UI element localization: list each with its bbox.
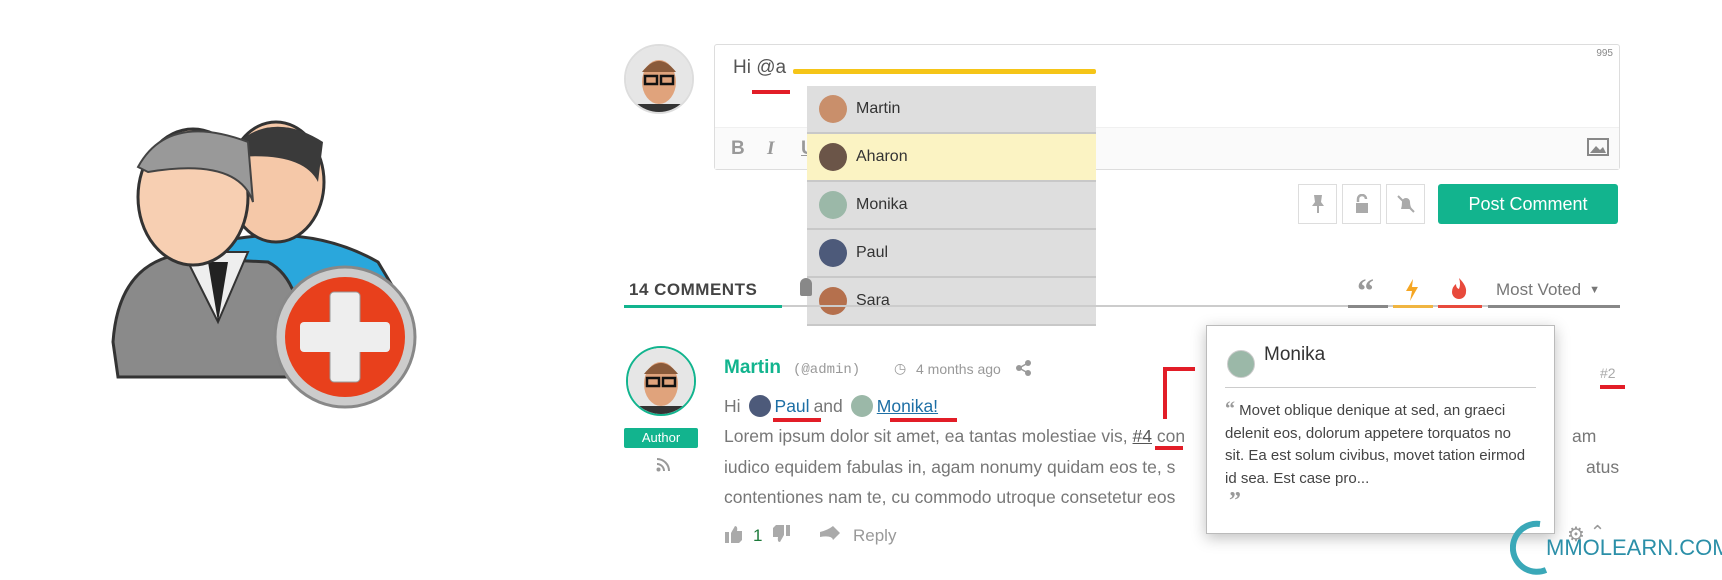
reply-button[interactable]: Reply	[853, 526, 896, 546]
avatar	[819, 239, 847, 267]
option-label: Aharon	[856, 148, 908, 165]
and-text: and	[813, 395, 843, 416]
annotation-connector	[1163, 367, 1167, 419]
close-thread-button[interactable]	[1342, 184, 1381, 224]
annotation-underline	[752, 90, 790, 94]
avatar	[819, 143, 847, 171]
lightning-icon[interactable]	[1404, 279, 1420, 301]
popup-divider	[1225, 387, 1536, 388]
filter-underline	[1488, 305, 1620, 308]
image-icon[interactable]	[1587, 138, 1609, 156]
annotation-underline	[890, 418, 957, 422]
comment-text: atus	[1586, 457, 1620, 477]
comment-text: am	[1572, 426, 1597, 446]
option-label: Sara	[856, 292, 890, 309]
comment-line-2: iudico equidem fabulas in, agam nonumy q…	[724, 457, 1176, 477]
comment-reference-link[interactable]: #4	[1133, 426, 1152, 446]
comment-number[interactable]: #2	[1600, 365, 1616, 381]
annotation-underline	[773, 418, 821, 422]
paul-avatar	[748, 395, 771, 417]
option-label: Martin	[856, 100, 901, 117]
annotation-underline	[1155, 446, 1183, 450]
rss-icon[interactable]	[656, 458, 670, 472]
mention-line: Hi Paul and Monika!	[724, 395, 938, 417]
reply-icon	[820, 526, 840, 540]
mention-option-sara[interactable]: Sara	[807, 278, 1096, 326]
greeting-text: Hi	[724, 395, 741, 416]
comment-preview-popup: Monika “ Movet oblique denique at sed, a…	[1206, 325, 1555, 534]
unlock-icon	[1355, 194, 1368, 213]
annotation-underline	[1600, 385, 1625, 389]
notification-button[interactable]	[1386, 184, 1425, 224]
thumbs-up-icon[interactable]	[725, 525, 743, 543]
comment-text: con	[1156, 426, 1186, 446]
quote-close-icon: ”	[1229, 488, 1241, 514]
avatar	[819, 95, 847, 123]
comment-line-1: Lorem ipsum dolor sit amet, ea tantas mo…	[724, 426, 1185, 447]
filter-underline	[1393, 305, 1433, 308]
user-icon	[800, 278, 812, 296]
vote-count: 1	[753, 526, 763, 545]
comment-time[interactable]: 4 months ago	[916, 361, 1001, 377]
bell-slash-icon	[1396, 195, 1415, 213]
comments-tab-underline	[624, 305, 782, 308]
add-users-icon	[111, 120, 417, 409]
post-comment-button[interactable]: Post Comment	[1438, 184, 1618, 224]
clock-icon: ◷	[894, 360, 907, 376]
share-icon[interactable]	[1016, 360, 1031, 376]
mention-option-martin[interactable]: Martin	[807, 86, 1096, 134]
fire-icon[interactable]	[1450, 278, 1468, 300]
mention-option-paul[interactable]: Paul	[807, 230, 1096, 278]
current-user-avatar	[624, 44, 694, 114]
author-badge: Author	[624, 428, 698, 448]
editor-text[interactable]: Hi @a	[733, 57, 786, 79]
filter-underline	[1348, 305, 1388, 308]
option-label: Paul	[856, 244, 889, 261]
mention-dropdown: Martin Aharon Monika Paul Sara	[807, 86, 1096, 326]
comments-count: 14 COMMENTS	[629, 280, 758, 299]
popup-text: “ Movet oblique denique at sed, an graec…	[1225, 398, 1532, 516]
filter-underline	[1438, 305, 1482, 308]
comment-author-handle: (@admin)	[793, 362, 861, 378]
pin-icon	[1311, 195, 1324, 213]
popup-body: Movet oblique denique at sed, an graeci …	[1225, 402, 1526, 487]
sort-label: Most Voted	[1496, 280, 1582, 299]
monika-avatar	[850, 395, 873, 417]
quote-open-icon: “	[1225, 398, 1235, 420]
comment-author-avatar[interactable]	[626, 346, 696, 416]
caret-down-icon: ▼	[1589, 284, 1600, 296]
monika-avatar	[1227, 350, 1255, 378]
mention-link-monika[interactable]: Monika!	[877, 396, 938, 417]
annotation-line	[793, 69, 1096, 74]
avatar	[819, 191, 847, 219]
italic-button[interactable]: I	[767, 138, 774, 160]
annotation-connector	[1163, 367, 1195, 371]
mention-option-aharon[interactable]: Aharon	[807, 134, 1096, 182]
char-counter: 995	[1596, 48, 1613, 59]
popup-author-name: Monika	[1264, 344, 1326, 365]
mention-link-paul[interactable]: Paul	[775, 396, 810, 417]
comment-line-3: contentiones nam te, cu commodo utroque …	[724, 487, 1176, 507]
watermark: MMOLEARN.COM	[1510, 520, 1722, 576]
watermark-text: MMOLEARN.COM	[1546, 535, 1722, 560]
mention-option-monika[interactable]: Monika	[807, 182, 1096, 230]
comment-text: Lorem ipsum dolor sit amet, ea tantas mo…	[724, 426, 1128, 446]
bold-button[interactable]: B	[731, 138, 745, 160]
sort-dropdown[interactable]: Most Voted ▼	[1496, 280, 1600, 300]
option-label: Monika	[856, 196, 908, 213]
sticky-button[interactable]	[1298, 184, 1337, 224]
avatar	[819, 287, 847, 315]
comment-author-name[interactable]: Martin	[724, 357, 781, 379]
thumbs-down-icon[interactable]	[772, 525, 790, 543]
